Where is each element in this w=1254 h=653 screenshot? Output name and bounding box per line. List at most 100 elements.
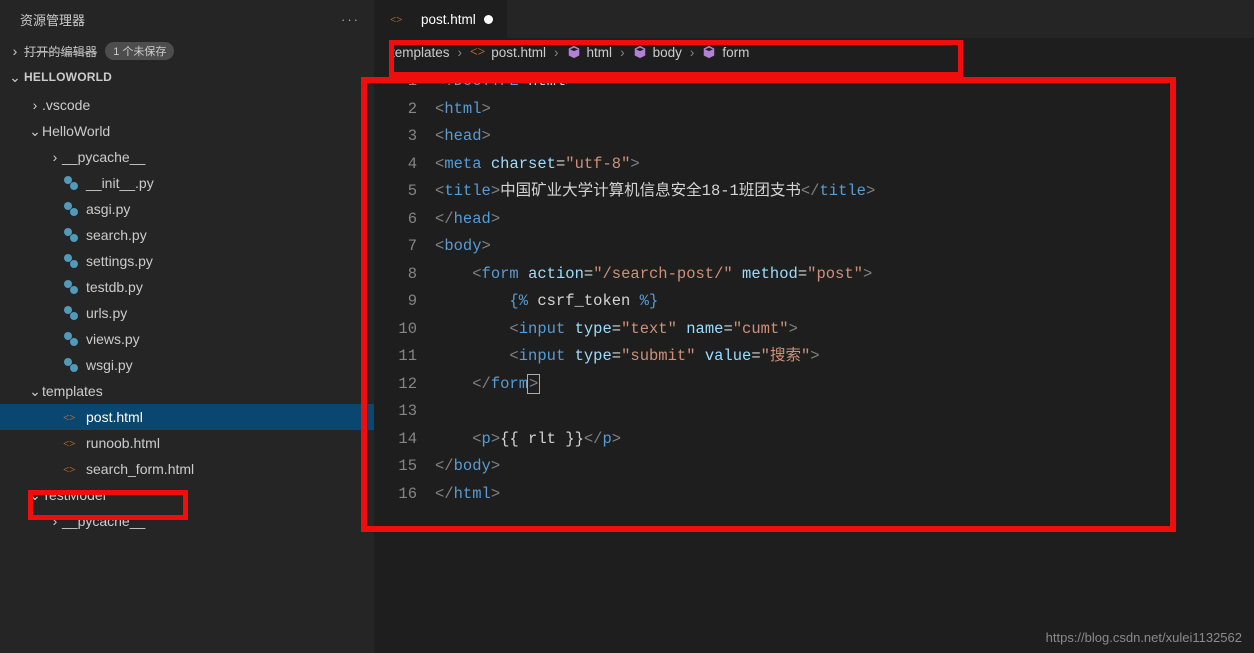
file-item[interactable]: __init__.py [0,170,374,196]
project-section[interactable]: ⌄ HELLOWORLD [0,64,374,90]
folder-item[interactable]: ⌄templates [0,378,374,404]
code-line[interactable]: <meta charset="utf-8"> [435,151,875,179]
chevron-right-icon: › [48,513,62,529]
code-line[interactable]: <body> [435,233,875,261]
tab-filename: post.html [421,12,476,27]
modified-indicator-icon [484,15,493,24]
tree-item-label: __pycache__ [62,513,145,529]
code-line[interactable]: <!DOCTYPE html> [435,68,875,96]
line-number: 7 [375,233,417,261]
line-number: 3 [375,123,417,151]
python-file-icon [62,304,80,322]
code-line[interactable] [435,398,875,426]
code-line[interactable]: <title>中国矿业大学计算机信息安全18-1班团支书</title> [435,178,875,206]
watermark: https://blog.csdn.net/xulei1132562 [1046,630,1242,645]
tree-item-label: post.html [86,409,143,425]
tree-item-label: wsgi.py [86,357,133,373]
breadcrumb-item[interactable]: templates [391,45,450,60]
html-file-icon: <> [62,434,80,452]
code-line[interactable]: </head> [435,206,875,234]
editor-tab[interactable]: <> post.html [375,0,507,38]
folder-item[interactable]: ⌄HelloWorld [0,118,374,144]
tree-item-label: __pycache__ [62,149,145,165]
line-number: 14 [375,426,417,454]
file-item[interactable]: asgi.py [0,196,374,222]
breadcrumb-label: body [653,45,682,60]
file-item[interactable]: views.py [0,326,374,352]
file-item[interactable]: testdb.py [0,274,374,300]
code-lines[interactable]: <!DOCTYPE html><html><head><meta charset… [435,66,875,653]
open-editors-section[interactable]: › 打开的编辑器 1 个未保存 [0,38,374,64]
unsaved-badge: 1 个未保存 [105,42,174,60]
file-item[interactable]: <>post.html [0,404,374,430]
breadcrumbs[interactable]: templates›<>post.html›html›body›form [375,38,1254,66]
file-item[interactable]: wsgi.py [0,352,374,378]
open-editors-label: 打开的编辑器 [24,43,97,60]
file-item[interactable]: settings.py [0,248,374,274]
tree-item-label: testdb.py [86,279,143,295]
line-gutter: 12345678910111213141516 [375,66,435,653]
tree-item-label: __init__.py [86,175,154,191]
tree-item-label: settings.py [86,253,153,269]
symbol-icon [567,45,581,59]
breadcrumb-item[interactable]: form [702,45,749,60]
line-number: 16 [375,481,417,509]
symbol-icon [633,45,647,59]
file-item[interactable]: search.py [0,222,374,248]
code-line[interactable]: </html> [435,481,875,509]
tree-item-label: search.py [86,227,147,243]
python-file-icon [62,356,80,374]
folder-item[interactable]: ›__pycache__ [0,144,374,170]
project-name: HELLOWORLD [24,70,112,84]
code-line[interactable]: <head> [435,123,875,151]
code-area[interactable]: 12345678910111213141516 <!DOCTYPE html><… [375,66,1254,653]
chevron-down-icon: ⌄ [28,487,42,504]
sidebar: 资源管理器 ··· › 打开的编辑器 1 个未保存 ⌄ HELLOWORLD ›… [0,0,375,653]
file-item[interactable]: <> search_form.html [0,456,374,482]
python-file-icon [62,200,80,218]
folder-item[interactable]: ⌄TestModel [0,482,374,508]
folder-item[interactable]: ›__pycache__ [0,508,374,534]
chevron-right-icon: › [48,149,62,165]
code-line[interactable]: <p>{{ rlt }}</p> [435,426,875,454]
code-line[interactable]: <html> [435,96,875,124]
python-file-icon [62,252,80,270]
line-number: 4 [375,151,417,179]
python-file-icon [62,330,80,348]
chevron-right-icon: › [690,45,695,60]
tree-item-label: views.py [86,331,140,347]
code-line[interactable]: <input type="text" name="cumt"> [435,316,875,344]
line-number: 15 [375,453,417,481]
code-line[interactable]: <form action="/search-post/" method="pos… [435,261,875,289]
code-line[interactable]: </body> [435,453,875,481]
tree-item-label: TestModel [42,487,106,503]
tree-item-label: .vscode [42,97,90,113]
breadcrumb-item[interactable]: <>post.html [470,44,546,60]
file-item[interactable]: <>runoob.html [0,430,374,456]
chevron-down-icon: ⌄ [28,383,42,400]
tab-bar: <> post.html [375,0,1254,38]
html-file-icon: <> [62,460,80,478]
file-item[interactable]: urls.py [0,300,374,326]
python-file-icon [62,174,80,192]
line-number: 2 [375,96,417,124]
editor: <> post.html templates›<>post.html›html›… [375,0,1254,653]
line-number: 10 [375,316,417,344]
more-icon[interactable]: ··· [341,12,360,27]
line-number: 9 [375,288,417,316]
line-number: 13 [375,398,417,426]
breadcrumb-label: html [587,45,613,60]
line-number: 8 [375,261,417,289]
code-line[interactable]: <input type="submit" value="搜索"> [435,343,875,371]
code-line[interactable]: {% csrf_token %} [435,288,875,316]
sidebar-header: 资源管理器 ··· [0,0,374,38]
code-line[interactable]: </form> [435,371,875,399]
tree-item-label: search_form.html [86,461,194,477]
chevron-right-icon: › [554,45,559,60]
svg-text:<>: <> [63,464,75,476]
folder-item[interactable]: ›.vscode [0,92,374,118]
breadcrumb-item[interactable]: body [633,45,682,60]
svg-text:<>: <> [390,14,402,26]
html-file-icon: <> [389,10,407,28]
breadcrumb-item[interactable]: html [567,45,613,60]
